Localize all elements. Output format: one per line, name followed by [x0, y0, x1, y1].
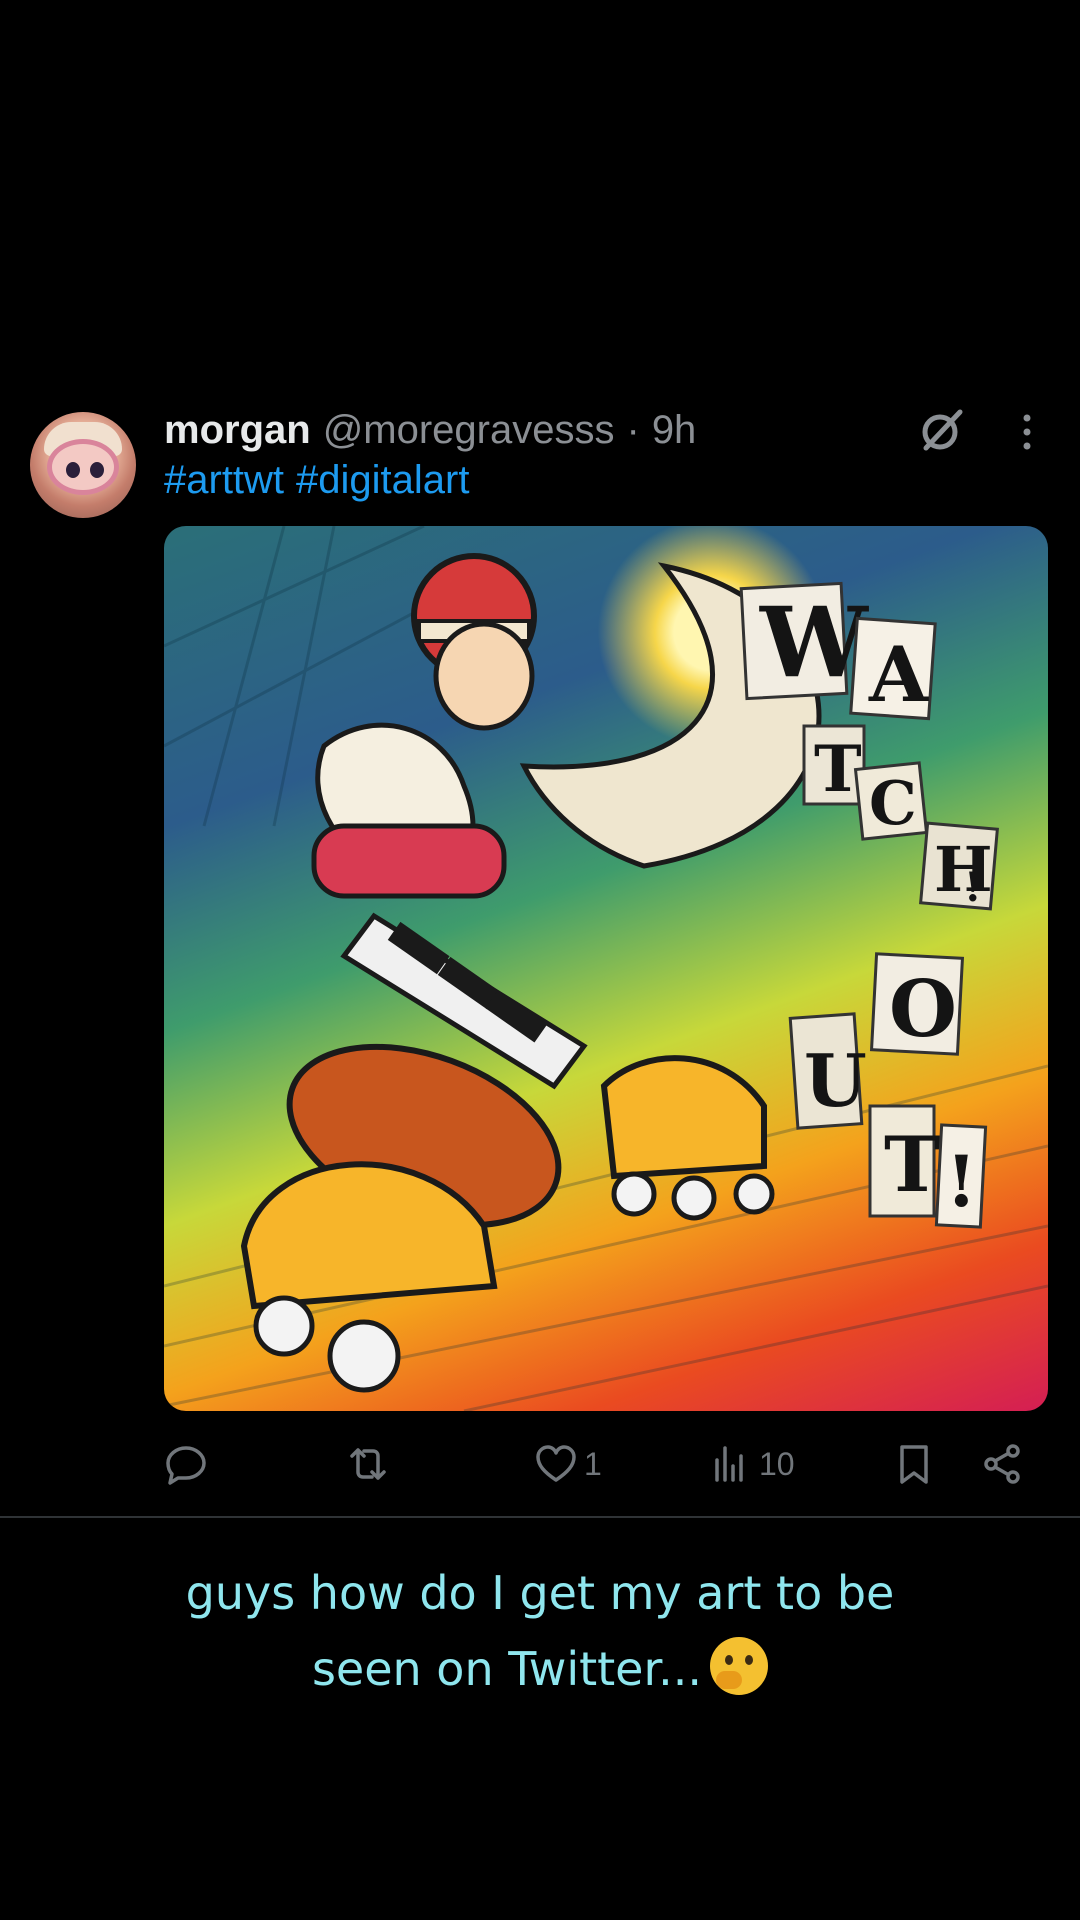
collage-letter: O	[889, 964, 957, 1055]
avatar-face	[52, 444, 114, 490]
heart-icon	[536, 1445, 576, 1482]
timestamp[interactable]: 9h	[652, 408, 697, 453]
collage-letter: C	[869, 769, 917, 839]
retweet-button[interactable]	[346, 1436, 396, 1492]
reply-icon	[166, 1446, 206, 1485]
collage-letter: T	[884, 1120, 941, 1209]
retweet-icon	[350, 1448, 386, 1480]
caption-line-1: guys how do I get my art to be	[185, 1566, 895, 1620]
grok-icon[interactable]	[918, 406, 966, 454]
share-button[interactable]	[980, 1436, 1024, 1492]
collage-letter: U	[804, 1038, 867, 1123]
tweet-media-image[interactable]: W A T C H ! O U T !	[164, 526, 1048, 1411]
avatar-eye	[66, 462, 80, 478]
like-button[interactable]: 1	[534, 1436, 602, 1492]
hashtag-link[interactable]: #arttwt	[164, 458, 284, 502]
bookmark-button[interactable]	[892, 1436, 936, 1492]
overlay-caption: guys how do I get my art to be seen on T…	[60, 1555, 1020, 1707]
more-options-icon[interactable]	[1012, 410, 1042, 454]
hashtags: #arttwt #digitalart	[164, 458, 481, 503]
tweet[interactable]: morgan @moregravesss · 9h #arttwt #digita…	[0, 400, 1080, 1517]
reply-button[interactable]	[164, 1436, 214, 1492]
author-name[interactable]: morgan	[164, 408, 311, 453]
tweet-header: morgan @moregravesss · 9h	[164, 408, 696, 452]
avatar-eye	[90, 462, 104, 478]
share-icon	[984, 1444, 1020, 1484]
author-handle[interactable]: @moregravesss	[323, 408, 615, 453]
bookmark-icon	[900, 1445, 928, 1484]
analytics-icon	[715, 1446, 743, 1482]
collage-letter: A	[868, 630, 929, 719]
collage-letter: !	[964, 864, 982, 911]
divider	[0, 1516, 1080, 1518]
views-button[interactable]: 10	[709, 1436, 795, 1492]
collage-letter: !	[946, 1140, 977, 1223]
view-count: 10	[759, 1445, 795, 1482]
separator: ·	[626, 408, 640, 452]
caption-line-2: seen on Twitter...	[60, 1631, 1020, 1707]
tweet-actions-bar: 1 10	[164, 1436, 1048, 1492]
thinking-face-icon	[710, 1637, 769, 1695]
like-count: 1	[584, 1445, 602, 1482]
caption-line-2-text: seen on Twitter...	[311, 1642, 703, 1696]
artwork-illustration: W A T C H ! O U T !	[164, 526, 1048, 1411]
avatar[interactable]	[30, 412, 136, 518]
hashtag-link[interactable]: #digitalart	[296, 458, 469, 502]
